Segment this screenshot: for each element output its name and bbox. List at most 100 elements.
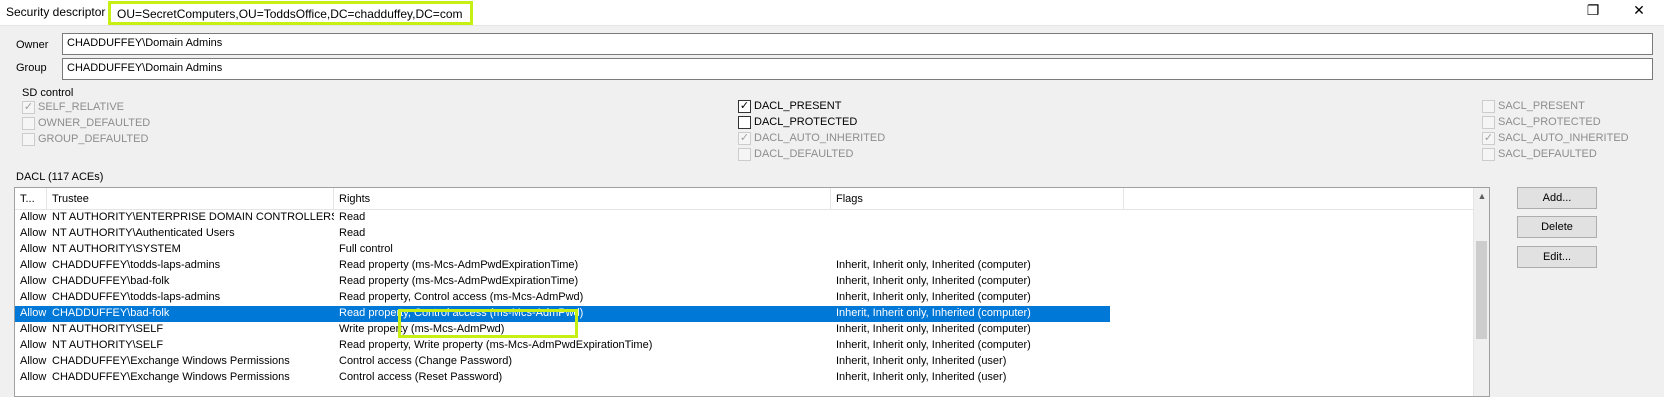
checkbox-label: OWNER_DEFAULTED: [38, 117, 151, 129]
table-row[interactable]: Allow NT AUTHORITY\Authenticated Users Rea…: [15, 226, 1475, 242]
delete-button[interactable]: Delete: [1517, 216, 1597, 238]
checkbox-box[interactable]: [22, 132, 35, 146]
vertical-scrollbar[interactable]: ▲: [1473, 188, 1489, 396]
table-row[interactable]: Allow NT AUTHORITY\SELF Read property, Wri…: [15, 338, 1475, 354]
cell-trustee: CHADDUFFEY\bad-folk: [52, 275, 170, 287]
owner-field[interactable]: CHADDUFFEY\Domain Admins: [62, 33, 1653, 55]
column-header-type[interactable]: T...: [15, 188, 47, 210]
restore-icon[interactable]: ❐: [1570, 0, 1616, 22]
checkbox-label: DACL_AUTO_INHERITED: [754, 132, 886, 144]
owner-label: Owner: [16, 39, 49, 51]
cell-type: Allow: [20, 227, 47, 239]
checkbox-sacl-auto-inherited[interactable]: ✓ SACL_AUTO_INHERITED: [1482, 131, 1629, 145]
close-icon[interactable]: ✕: [1616, 0, 1662, 22]
checkbox-dacl-auto-inherited[interactable]: ✓ DACL_AUTO_INHERITED: [738, 131, 885, 145]
cell-trustee: CHADDUFFEY\Exchange Windows Permissions: [52, 371, 290, 383]
cell-type: Allow: [20, 355, 47, 367]
checkbox-group-defaulted[interactable]: GROUP_DEFAULTED: [22, 132, 148, 146]
checkbox-label: SACL_PRESENT: [1498, 100, 1585, 112]
cell-trustee: NT AUTHORITY\SYSTEM: [52, 243, 181, 255]
checkbox-label: DACL_PROTECTED: [754, 116, 858, 128]
scroll-thumb[interactable]: [1476, 241, 1487, 339]
table-row[interactable]: Allow CHADDUFFEY\Exchange Windows Permiss…: [15, 354, 1475, 370]
cell-rights: Read property, Control access (ms-Mcs-Ad…: [339, 291, 584, 303]
cell-trustee: NT AUTHORITY\SELF: [52, 323, 164, 335]
cell-rights: Full control: [339, 243, 393, 255]
cell-rights: Read property (ms-Mcs-AdmPwdExpirationTi…: [339, 275, 579, 287]
dacl-rows: Allow NT AUTHORITY\ENTERPRISE DOMAIN CONT…: [15, 210, 1475, 386]
checkbox-sacl-protected[interactable]: SACL_PROTECTED: [1482, 115, 1601, 129]
object-dn-highlighted: OU=SecretComputers,OU=ToddsOffice,DC=cha…: [108, 1, 473, 25]
cell-type: Allow: [20, 275, 47, 287]
table-row[interactable]: Allow CHADDUFFEY\bad-folk Read property, C…: [15, 306, 1110, 322]
cell-trustee: CHADDUFFEY\todds-laps-admins: [52, 259, 221, 271]
cell-flags: Inherit, Inherit only, Inherited (comput…: [836, 259, 1031, 271]
checkbox-box[interactable]: [1482, 99, 1495, 113]
cell-rights: Read: [339, 211, 366, 223]
cell-trustee: NT AUTHORITY\ENTERPRISE DOMAIN CONTROLLE…: [52, 211, 334, 223]
column-header-trustee[interactable]: Trustee: [47, 188, 334, 210]
table-row[interactable]: Allow CHADDUFFEY\bad-folk Read property (m…: [15, 274, 1475, 290]
checkbox-sacl-defaulted[interactable]: SACL_DEFAULTED: [1482, 147, 1597, 161]
table-row[interactable]: Allow NT AUTHORITY\SELF Write property (ms…: [15, 322, 1475, 338]
group-label: Group: [16, 62, 47, 74]
add-button[interactable]: Add...: [1517, 187, 1597, 209]
cell-flags: Inherit, Inherit only, Inherited (user): [836, 371, 1007, 383]
checkmark-icon[interactable]: ✓: [1482, 131, 1495, 145]
dacl-list[interactable]: T... Trustee Rights Flags Allow NT AUTHOR…: [14, 187, 1490, 397]
cell-trustee: CHADDUFFEY\todds-laps-admins: [52, 291, 221, 303]
checkbox-box[interactable]: [738, 115, 751, 129]
dacl-label: DACL (117 ACEs): [16, 171, 104, 183]
checkbox-box[interactable]: [738, 147, 751, 161]
checkbox-label: DACL_DEFAULTED: [754, 148, 854, 160]
checkmark-icon[interactable]: ✓: [22, 100, 35, 114]
table-row[interactable]: Allow NT AUTHORITY\ENTERPRISE DOMAIN CONT…: [15, 210, 1475, 226]
column-header-flags[interactable]: Flags: [831, 188, 1124, 210]
checkbox-sacl-present[interactable]: SACL_PRESENT: [1482, 99, 1585, 113]
checkbox-label: SACL_AUTO_INHERITED: [1498, 132, 1629, 144]
checkbox-dacl-defaulted[interactable]: DACL_DEFAULTED: [738, 147, 853, 161]
checkbox-label: GROUP_DEFAULTED: [38, 133, 149, 145]
table-row[interactable]: Allow CHADDUFFEY\Exchange Windows Permiss…: [15, 370, 1475, 386]
cell-rights: Read property, Write property (ms-Mcs-Ad…: [339, 339, 653, 351]
cell-trustee: NT AUTHORITY\SELF: [52, 339, 164, 351]
cell-trustee: NT AUTHORITY\Authenticated Users: [52, 227, 235, 239]
column-header-rights[interactable]: Rights: [334, 188, 831, 210]
cell-rights: Read: [339, 227, 366, 239]
cell-trustee: CHADDUFFEY\Exchange Windows Permissions: [52, 355, 290, 367]
title-bar: Security descriptor OU=SecretComputers,O…: [0, 0, 1664, 26]
cell-type: Allow: [20, 259, 47, 271]
table-row[interactable]: Allow CHADDUFFEY\todds-laps-admins Read pr…: [15, 258, 1475, 274]
cell-type: Allow: [20, 339, 47, 351]
group-field[interactable]: CHADDUFFEY\Domain Admins: [62, 58, 1653, 80]
checkbox-self-relative[interactable]: ✓ SELF_RELATIVE: [22, 100, 124, 114]
cell-type: Allow: [20, 211, 47, 223]
checkbox-dacl-present[interactable]: ✓ DACL_PRESENT: [738, 99, 841, 113]
cell-flags: Inherit, Inherit only, Inherited (comput…: [836, 275, 1031, 287]
checkmark-icon[interactable]: ✓: [738, 99, 751, 113]
checkbox-box[interactable]: [22, 116, 35, 130]
table-row[interactable]: Allow CHADDUFFEY\todds-laps-admins Read pr…: [15, 290, 1475, 306]
scroll-up-icon[interactable]: ▲: [1474, 188, 1489, 204]
checkbox-label: SACL_DEFAULTED: [1498, 148, 1597, 160]
edit-button[interactable]: Edit...: [1517, 246, 1597, 268]
checkbox-owner-defaulted[interactable]: OWNER_DEFAULTED: [22, 116, 150, 130]
cell-trustee: CHADDUFFEY\bad-folk: [52, 307, 170, 319]
cell-rights: Read property, Control access (ms-Mcs-Ad…: [339, 307, 584, 319]
checkbox-label: SACL_PROTECTED: [1498, 116, 1601, 128]
checkbox-box[interactable]: [1482, 115, 1495, 129]
checkbox-dacl-protected[interactable]: DACL_PROTECTED: [738, 115, 857, 129]
sd-control-label: SD control: [22, 87, 74, 99]
cell-flags: Inherit, Inherit only, Inherited (comput…: [836, 323, 1031, 335]
checkbox-label: SELF_RELATIVE: [38, 101, 124, 113]
cell-rights: Read property (ms-Mcs-AdmPwdExpirationTi…: [339, 259, 579, 271]
cell-rights: Control access (Change Password): [339, 355, 513, 367]
cell-rights: Write property (ms-Mcs-AdmPwd): [339, 323, 505, 335]
checkbox-box[interactable]: [1482, 147, 1495, 161]
dacl-header: T... Trustee Rights Flags: [15, 188, 1475, 210]
checkmark-icon[interactable]: ✓: [738, 131, 751, 145]
table-row[interactable]: Allow NT AUTHORITY\SYSTEM Full control: [15, 242, 1475, 258]
cell-type: Allow: [20, 243, 47, 255]
cell-flags: Inherit, Inherit only, Inherited (comput…: [836, 339, 1031, 351]
cell-flags: Inherit, Inherit only, Inherited (comput…: [836, 291, 1031, 303]
